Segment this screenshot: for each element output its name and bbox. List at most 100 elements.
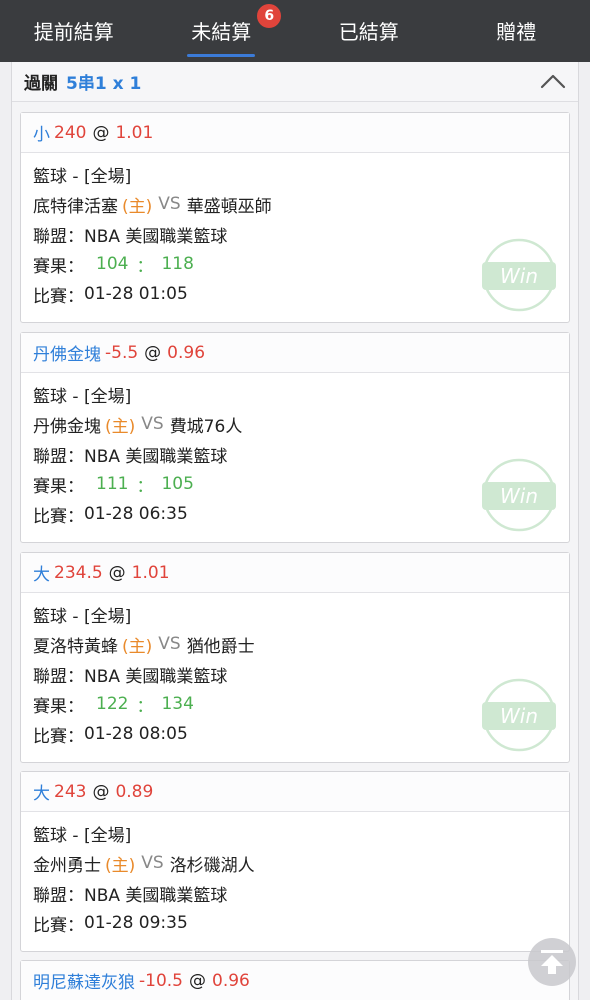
- away-team: 猶他爵士: [186, 636, 255, 657]
- match-time-label: 比賽：: [33, 506, 84, 527]
- bet-handicap: -10.5: [139, 970, 183, 991]
- result-line: 賽果： 111 ： 105: [33, 469, 557, 499]
- win-stamp-text: Win: [500, 264, 538, 288]
- tab-settled[interactable]: 已結算: [295, 0, 443, 62]
- bet-card-body: 籃球 - [全場] 丹佛金塊 (主) VS 費城76人 聯盟： NBA 美國職業…: [21, 373, 569, 532]
- bet-odds: 0.96: [167, 342, 206, 363]
- result-line: 賽果： 104 ： 118: [33, 249, 557, 279]
- win-stamp-icon: Win: [481, 237, 557, 313]
- away-team: 費城76人: [169, 416, 243, 437]
- matchup-line: 丹佛金塊 (主) VS 費城76人: [33, 409, 557, 439]
- tab-unsettled[interactable]: 未結算 6: [148, 0, 296, 62]
- bet-selection: 明尼蘇達灰狼: [33, 973, 135, 993]
- league-name: NBA 美國職業籃球: [84, 226, 228, 247]
- home-team: 底特律活塞: [33, 196, 118, 217]
- arrow-up-icon: [541, 950, 563, 974]
- home-tag: (主): [105, 855, 136, 876]
- bet-selection: 小: [33, 125, 50, 145]
- vs-label: VS: [158, 634, 181, 654]
- parlay-header[interactable]: 過關 5串1 x 1: [12, 62, 578, 102]
- tab-label: 提前結算: [33, 19, 114, 44]
- bet-card-header: 明尼蘇達灰狼 -10.5 @ 0.96: [21, 961, 569, 1000]
- match-time: 01-28 09:35: [84, 913, 188, 933]
- bet-odds: 0.89: [115, 781, 154, 802]
- match-time: 01-28 01:05: [84, 284, 188, 304]
- league-label: 聯盟：: [33, 666, 84, 687]
- league-label: 聯盟：: [33, 885, 84, 906]
- away-score: 118: [161, 254, 194, 274]
- home-score: 111: [96, 474, 129, 494]
- bet-handicap: 240: [54, 122, 87, 143]
- matchup-line: 夏洛特黃蜂 (主) VS 猶他爵士: [33, 629, 557, 659]
- result-label: 賽果：: [33, 696, 84, 717]
- home-score: 122: [96, 694, 129, 714]
- match-time: 01-28 06:35: [84, 504, 188, 524]
- league-label: 聯盟：: [33, 226, 84, 247]
- match-time-line: 比賽： 01-28 01:05: [33, 279, 557, 309]
- league-label: 聯盟：: [33, 446, 84, 467]
- home-team: 夏洛特黃蜂: [33, 636, 118, 657]
- bet-handicap: -5.5: [105, 342, 139, 363]
- tab-early-settlement[interactable]: 提前結算: [0, 0, 148, 62]
- sport-line: 籃球 - [全場]: [33, 386, 132, 407]
- match-time-line: 比賽： 01-28 08:05: [33, 719, 557, 749]
- win-stamp-text: Win: [500, 484, 538, 508]
- bet-selection: 大: [33, 565, 50, 585]
- tab-label: 贈禮: [496, 19, 537, 44]
- bet-handicap: 243: [54, 781, 87, 802]
- scroll-to-top-button[interactable]: [528, 938, 576, 986]
- score-separator: ：: [136, 256, 154, 277]
- chevron-up-icon[interactable]: [540, 70, 566, 92]
- bet-card-body: 籃球 - [全場] 夏洛特黃蜂 (主) VS 猶他爵士 聯盟： NBA 美國職業…: [21, 593, 569, 752]
- result-label: 賽果：: [33, 476, 84, 497]
- bet-card: 大 234.5 @ 1.01 籃球 - [全場] 夏洛特黃蜂 (主) VS 猶他…: [20, 552, 570, 763]
- win-stamp-text: Win: [500, 704, 538, 728]
- bet-card: 大 243 @ 0.89 籃球 - [全場] 金州勇士 (主) VS 洛杉磯湖人…: [20, 771, 570, 952]
- at-sign: @: [144, 342, 162, 363]
- league-line: 聯盟： NBA 美國職業籃球: [33, 878, 557, 908]
- bet-card: 小 240 @ 1.01 籃球 - [全場] 底特律活塞 (主) VS 華盛頓巫…: [20, 112, 570, 323]
- bet-selection: 丹佛金塊: [33, 345, 101, 365]
- bet-card-header: 大 234.5 @ 1.01: [21, 553, 569, 593]
- at-sign: @: [108, 562, 126, 583]
- unsettled-count-badge: 6: [255, 1, 284, 30]
- win-stamp-icon: Win: [481, 457, 557, 533]
- at-sign: @: [189, 970, 206, 991]
- league-name: NBA 美國職業籃球: [84, 885, 228, 906]
- home-score: 104: [96, 254, 129, 274]
- bet-card-body: 籃球 - [全場] 金州勇士 (主) VS 洛杉磯湖人 聯盟： NBA 美國職業…: [21, 812, 569, 938]
- match-time-line: 比賽： 01-28 09:35: [33, 908, 557, 938]
- home-team: 金州勇士: [33, 855, 101, 876]
- match-time-line: 比賽： 01-28 06:35: [33, 499, 557, 529]
- sport-line: 籃球 - [全場]: [33, 166, 132, 187]
- parlay-type: 5串1 x 1: [66, 74, 142, 94]
- bet-odds: 0.96: [212, 970, 250, 991]
- league-line: 聯盟： NBA 美國職業籃球: [33, 659, 557, 689]
- bet-card-header: 大 243 @ 0.89: [21, 772, 569, 812]
- bet-card: 丹佛金塊 -5.5 @ 0.96 籃球 - [全場] 丹佛金塊 (主) VS 費…: [20, 332, 570, 543]
- away-score: 105: [161, 474, 194, 494]
- away-team: 華盛頓巫師: [186, 196, 272, 217]
- sport-line: 籃球 - [全場]: [33, 606, 132, 627]
- match-time-label: 比賽：: [33, 726, 84, 747]
- match-time-label: 比賽：: [33, 915, 84, 936]
- home-tag: (主): [122, 196, 153, 217]
- matchup-line: 金州勇士 (主) VS 洛杉磯湖人: [33, 848, 557, 878]
- league-line: 聯盟： NBA 美國職業籃球: [33, 219, 557, 249]
- tab-label: 已結算: [338, 19, 399, 44]
- match-time-label: 比賽：: [33, 286, 84, 307]
- home-tag: (主): [105, 416, 136, 437]
- home-team: 丹佛金塊: [33, 416, 101, 437]
- score-separator: ：: [136, 476, 154, 497]
- result-label: 賽果：: [33, 256, 84, 277]
- vs-label: VS: [141, 414, 164, 434]
- away-team: 洛杉磯湖人: [169, 855, 255, 876]
- matchup-line: 底特律活塞 (主) VS 華盛頓巫師: [33, 189, 557, 219]
- bet-card-header: 小 240 @ 1.01: [21, 113, 569, 153]
- bet-odds: 1.01: [131, 562, 170, 583]
- win-stamp-icon: Win: [481, 677, 557, 753]
- at-sign: @: [92, 781, 110, 802]
- tab-gifts[interactable]: 贈禮: [443, 0, 590, 62]
- bet-handicap: 234.5: [54, 562, 103, 583]
- league-name: NBA 美國職業籃球: [84, 446, 228, 467]
